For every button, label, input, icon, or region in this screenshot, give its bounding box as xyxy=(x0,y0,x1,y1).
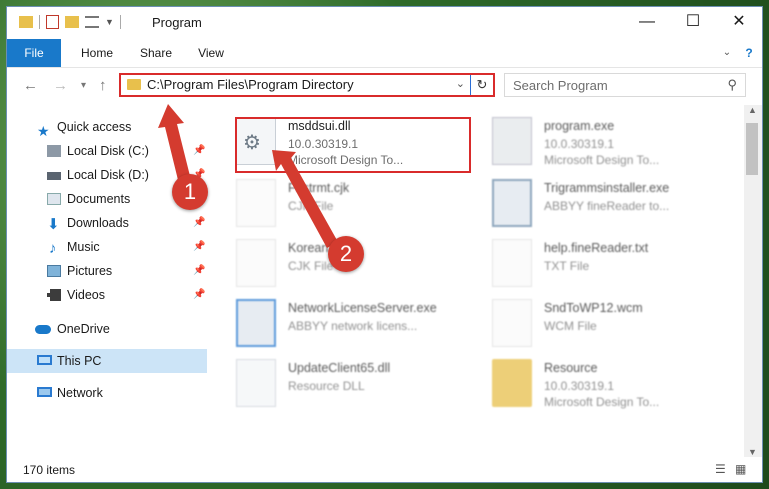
arrow-1 xyxy=(158,104,190,180)
arrow-2 xyxy=(272,150,338,248)
callout-2: 2 xyxy=(328,236,364,272)
annotation-arrows xyxy=(158,104,338,248)
callout-1: 1 xyxy=(172,174,208,210)
